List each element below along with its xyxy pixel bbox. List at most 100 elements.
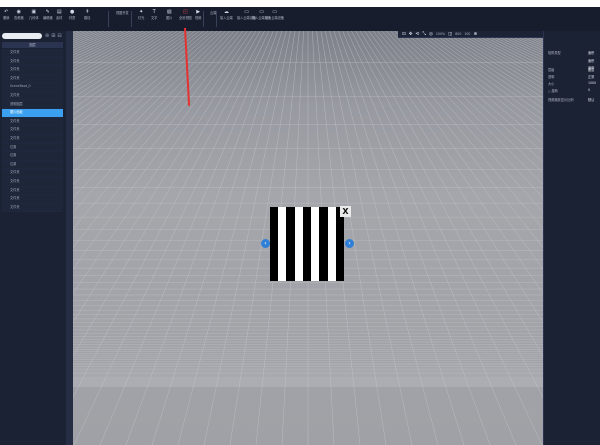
property-value[interactable]: 默认 (588, 97, 594, 102)
toolbar-item[interactable]: ✎ 编辑器 (43, 10, 53, 20)
image-preview (270, 207, 344, 281)
toolbar-item-label: 编辑器 (43, 16, 53, 20)
layer-list-item[interactable]: 文件夹 (2, 203, 63, 213)
property-label: 视频播放显示比例 (548, 98, 574, 102)
toolbar-item[interactable]: T 文字 (151, 10, 157, 20)
text-icon: T (152, 9, 156, 15)
toolbar-item-label: 材质 (69, 16, 76, 20)
toolbar-item[interactable]: ◰ 全景视图 (179, 10, 192, 20)
panel-splitter[interactable] (66, 31, 73, 445)
layer-list-item[interactable]: 文件夹 (2, 134, 63, 144)
layer-list-item[interactable]: 文件夹 (2, 49, 63, 58)
property-value[interactable]: 图层 (588, 67, 594, 72)
toolbar-item[interactable]: ↟ 路径 (84, 10, 90, 20)
filter-icon[interactable]: ⊜ (45, 33, 49, 39)
toolbar-item-label: 几何体 (29, 16, 39, 20)
stripe (294, 207, 303, 281)
folder-icon: ▤ (56, 9, 62, 15)
viewport-tool[interactable]: ⤡ (422, 31, 426, 37)
video-icon: ▶ (196, 9, 201, 15)
viewport-tool[interactable]: ◎ (429, 32, 433, 37)
layer-list-item[interactable]: 文件夹 (2, 57, 63, 67)
layer-panel-header: 图层 (2, 42, 63, 48)
undo-icon: ↶ (4, 9, 9, 15)
layer-list-item[interactable]: 文件夹 (2, 117, 63, 127)
toolbar-item[interactable]: ◉ 查看器 (14, 10, 24, 20)
layer-list-item[interactable]: 位置 (2, 160, 63, 170)
toolbar-item-label: 路径 (84, 16, 91, 20)
layer-panel: ⊜ ⊞ ⊟ 图层 文件夹 文件夹 文件夹 文件夹 SceneRoot_0 文件夹 透明图层图… (0, 31, 67, 445)
toolbar-item[interactable]: ▧ 图片 (166, 10, 172, 20)
layer-list-item[interactable]: 文件夹 (2, 177, 63, 187)
toolbar-item[interactable]: ↶ 撤销 (3, 10, 9, 20)
layer-search-input[interactable] (2, 33, 42, 39)
prev-button[interactable]: ‹ (261, 239, 270, 248)
device-icon: ▭ (259, 9, 264, 15)
viewport-tool[interactable]: 100 (464, 32, 470, 36)
toolbar-item-label: 灯光 (138, 16, 145, 20)
toolbar-item[interactable]: ✦ 灯光 (138, 10, 144, 20)
toolbar-item-label: 全景视图 (179, 16, 192, 20)
path-icon: ↟ (85, 9, 90, 15)
toolbar-item-label: 查看器 (14, 16, 24, 20)
layer-list-item[interactable]: 文件夹 (2, 74, 63, 84)
properties-panel: 吸附类型 面积 面积 面积 层级 图层 透明 正常 大小 1000 △ 旋转 0 视频播放显示比例 默认 (543, 31, 600, 445)
layer-list-item[interactable]: 文件夹 (2, 66, 63, 75)
property-label: △ 旋转 (548, 89, 558, 93)
property-value[interactable]: 1000 (588, 81, 596, 85)
layer-list-item[interactable]: 文件夹 (2, 169, 63, 178)
property-value[interactable]: 0 (588, 88, 590, 92)
layer-list-item[interactable]: 位置 (2, 152, 63, 161)
property-value[interactable]: 面积 (588, 58, 594, 63)
stripe (278, 207, 287, 281)
toolbar-item[interactable]: ▤ 素材 (56, 10, 62, 20)
viewport-tool[interactable]: 100% (436, 32, 445, 36)
toolbar-item[interactable]: ▭ 接入云端设备 (265, 10, 284, 20)
toolbar-item[interactable]: 视图开发 (116, 10, 129, 15)
toolbar-item[interactable]: ● 材质 (69, 10, 75, 20)
stripe (286, 207, 295, 281)
toolbar-item-label: 接入云端 (220, 16, 233, 20)
layer-list-item[interactable]: 文件夹 (2, 195, 63, 204)
layer-list: 文件夹 文件夹 文件夹 文件夹 SceneRoot_0 文件夹 透明图层 图片面板 文件夹 文件夹… (2, 49, 63, 213)
sort-icon[interactable]: ⊞ (51, 33, 55, 39)
property-value[interactable]: 正常 (588, 74, 594, 79)
viewport-tool[interactable]: ⟲ (416, 32, 420, 37)
property-label: 大小 (548, 82, 555, 86)
layer-list-item[interactable]: 文件夹 (2, 186, 63, 196)
property-label: 层级 (548, 68, 555, 72)
window-top-bar (0, 0, 600, 7)
viewport-tool[interactable]: ⊡ (402, 32, 406, 37)
toolbar-item-label: 文字 (151, 16, 158, 20)
next-button[interactable]: › (345, 239, 354, 248)
toolbar-item[interactable]: ▶ 视频 (195, 10, 201, 20)
collapse-icon[interactable]: ⊟ (57, 33, 61, 39)
cube-icon: ▣ (31, 9, 37, 15)
layer-list-item[interactable]: 文件夹 (2, 91, 63, 101)
layer-list-item[interactable]: 位置 (2, 143, 63, 153)
property-label: 透明 (548, 75, 555, 79)
viewport-tool[interactable]: ✥ (409, 32, 413, 37)
viewport-tool[interactable]: ◫ (448, 32, 452, 37)
stripe (302, 207, 312, 281)
property-value[interactable]: 面积 (588, 50, 594, 55)
stripe (319, 207, 328, 281)
toolbar-item[interactable]: ☁ 接入云端 (220, 10, 233, 20)
toolbar-separator (203, 11, 204, 27)
toolbar-item[interactable]: ▣ 几何体 (29, 10, 39, 20)
main-toolbar: ↶ 撤销 ◉ 查看器 ▣ 几何体 ✎ 编辑器 ▤ 素材 ● 材质 ↟ 路径 视图开发 ✦ 灯光 T 文字 ▧ 图片 ◰ 全景… (0, 7, 600, 32)
eye-icon: ◉ (16, 9, 21, 15)
viewport-tool[interactable]: 800 (455, 32, 461, 36)
toolbar-separator (131, 11, 132, 27)
toolbar-item-label: 视频 (195, 16, 202, 20)
close-button[interactable]: X (340, 206, 351, 217)
stripe (327, 207, 336, 281)
panorama-icon: ◰ (183, 9, 188, 15)
device-icon: ▭ (244, 9, 249, 15)
device-icon: ▭ (272, 9, 277, 15)
layer-list-item[interactable]: 图片面板 (2, 109, 63, 118)
layer-list-item[interactable]: 透明图层 (2, 100, 63, 110)
layer-list-item[interactable]: 文件夹 (2, 126, 63, 135)
viewport-tool[interactable]: ⊕ (473, 32, 477, 37)
layer-list-item[interactable]: SceneRoot_0 (2, 83, 63, 92)
